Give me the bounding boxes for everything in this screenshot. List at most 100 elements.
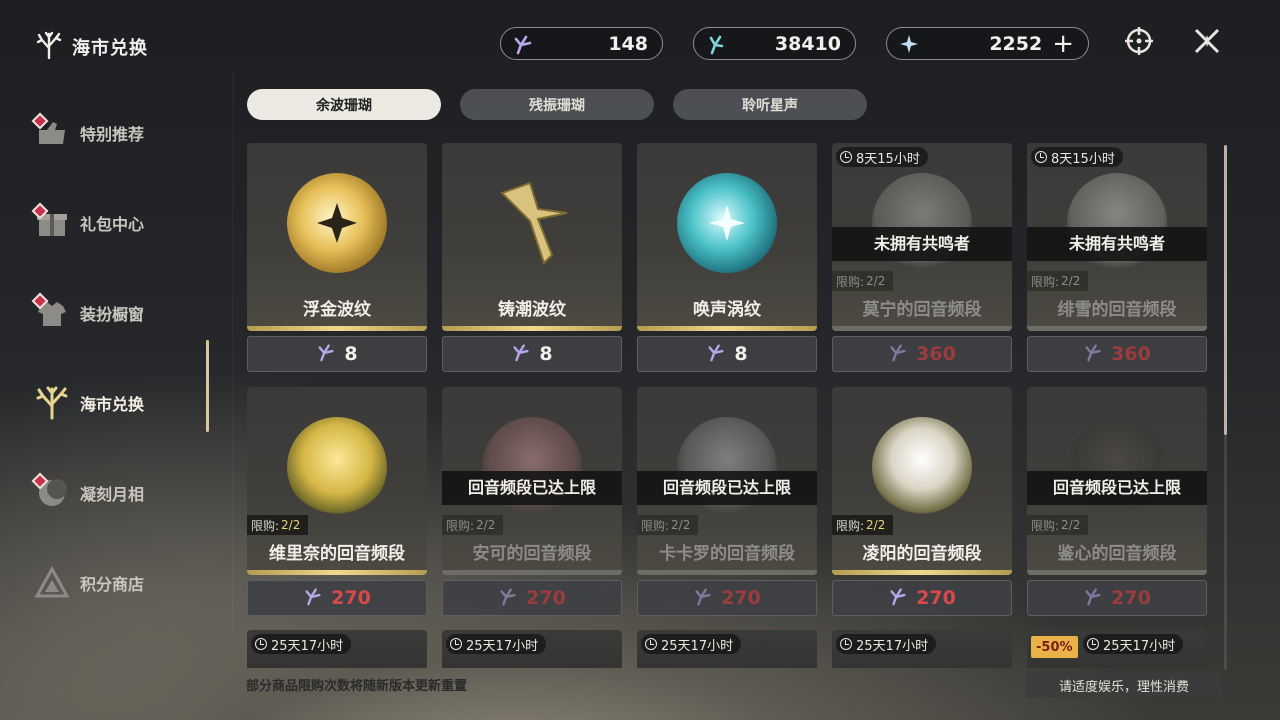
tab-afterglow-coral[interactable]: 余波珊瑚 (247, 89, 441, 120)
scrollbar-thumb[interactable] (1224, 145, 1227, 435)
item-name: 莫宁的回音频段 (862, 300, 982, 320)
price-value: 8 (734, 343, 748, 365)
coral-icon (34, 30, 64, 64)
character-portrait (287, 417, 387, 517)
sidebar-item-label: 礼包中心 (80, 215, 145, 234)
timer-text: 8天15小时 (1051, 151, 1115, 167)
shop-item-card[interactable]: 限购: 2/2 维里奈的回音频段 (247, 387, 427, 575)
limit-label: 限购: (1031, 518, 1060, 533)
gift-icon (31, 202, 72, 243)
sidebar-item-moon-phase[interactable]: 凝刻月相 (28, 448, 208, 538)
target-icon (1123, 25, 1155, 61)
timer-text: 25天17小时 (856, 638, 929, 654)
time-remaining: 8天15小时 (836, 147, 928, 167)
limit-value: 2/2 (1061, 518, 1081, 532)
sidebar: 特别推荐 礼包中心 装扮橱窗 海市兑换 凝刻月相 积分商店 (28, 88, 208, 628)
moon-phase-icon (31, 472, 72, 513)
clock-icon (255, 638, 267, 650)
help-button[interactable] (1120, 24, 1158, 62)
timer-text: 25天17小时 (271, 638, 344, 654)
limit-label: 限购: (836, 518, 865, 533)
shop-item-card[interactable]: 回音频段已达上限 限购: 2/2 安可的回音频段 (442, 387, 622, 575)
sidebar-item-outfit-showcase[interactable]: 装扮橱窗 (28, 268, 208, 358)
item-name: 鉴心的回音频段 (1057, 544, 1177, 564)
sidebar-item-label: 积分商店 (80, 575, 145, 594)
sidebar-item-label: 海市兑换 (80, 395, 145, 414)
time-remaining: 25天17小时 (251, 634, 352, 654)
clock-icon (645, 638, 657, 650)
coral-icon (32, 383, 72, 423)
discount-badge: -50% (1031, 636, 1078, 658)
outfit-icon (31, 292, 72, 333)
gold-ripple-item-image (287, 173, 387, 273)
shop-item-card[interactable]: 8天15小时 未拥有共鸣者 限购: 2/2 莫宁的回音频段 (832, 143, 1012, 331)
afterglow-coral-icon (1083, 586, 1103, 611)
price-tag: 270 (1027, 580, 1207, 616)
price-tag: 360 (832, 336, 1012, 372)
price-tag: 270 (247, 580, 427, 616)
afterglow-coral-icon (888, 342, 908, 367)
item-name: 安可的回音频段 (472, 544, 592, 564)
shop-item-card[interactable]: 8天15小时 未拥有共鸣者 限购: 2/2 绯雪的回音频段 (1027, 143, 1207, 331)
limit-label: 限购: (251, 518, 280, 533)
price-value: 8 (344, 343, 358, 365)
purchase-limit: 限购: 2/2 (637, 515, 699, 535)
afterglow-coral-icon (888, 586, 908, 611)
add-currency-button[interactable]: + (1052, 31, 1074, 57)
close-button[interactable] (1188, 24, 1226, 62)
limit-label: 限购: (641, 518, 670, 533)
currency-oscillated-coral: 38410 (693, 27, 856, 60)
sidebar-item-special-recommend[interactable]: 特别推荐 (28, 88, 208, 178)
play-responsibly-notice: 请适度娱乐，理性消费 (1026, 672, 1222, 698)
item-name: 绯雪的回音频段 (1057, 300, 1177, 320)
clock-icon (840, 638, 852, 650)
item-name: 卡卡罗的回音频段 (659, 544, 795, 564)
oscillated-coral-icon (704, 32, 728, 56)
shop-item-card[interactable]: 25天17小时 (832, 630, 1012, 668)
close-icon (1191, 25, 1223, 61)
calling-vortex-item-image (677, 173, 777, 273)
sidebar-item-market-exchange[interactable]: 海市兑换 (28, 358, 208, 448)
price-tag: 8 (637, 336, 817, 372)
limit-reached-notice: 回音频段已达上限 (637, 471, 817, 505)
price-value: 270 (1111, 587, 1151, 609)
shop-item-card[interactable]: 25天17小时 (442, 630, 622, 668)
price-value: 270 (526, 587, 566, 609)
item-name: 唤声涡纹 (693, 300, 761, 320)
shop-item-card[interactable]: 唤声涡纹 (637, 143, 817, 331)
item-name: 维里奈的回音频段 (269, 544, 405, 564)
price-tag: 270 (832, 580, 1012, 616)
shop-item-card[interactable]: 回音频段已达上限 限购: 2/2 卡卡罗的回音频段 (637, 387, 817, 575)
time-remaining: 8天15小时 (1031, 147, 1123, 167)
shop-item-card[interactable]: 25天17小时 (247, 630, 427, 668)
limit-value: 2/2 (866, 518, 886, 532)
clock-icon (1035, 151, 1047, 163)
time-remaining: 25天17小时 (446, 634, 547, 654)
clock-icon (450, 638, 462, 650)
afterglow-coral-icon (303, 586, 323, 611)
price-tag: 8 (247, 336, 427, 372)
item-name: 铸潮波纹 (498, 300, 566, 320)
shop-item-card[interactable]: 浮金波纹 (247, 143, 427, 331)
afterglow-coral-icon (511, 32, 535, 56)
limit-reached-notice: 回音频段已达上限 (1027, 471, 1207, 505)
tab-listen-stars[interactable]: 聆听星声 (673, 89, 867, 120)
shop-item-card[interactable]: 限购: 2/2 凌阳的回音频段 (832, 387, 1012, 575)
tide-blade-item-image (482, 173, 582, 273)
afterglow-coral-icon (511, 342, 531, 367)
time-remaining: 25天17小时 (641, 634, 742, 654)
shop-item-card[interactable]: -50% 25天17小时 (1027, 630, 1207, 668)
afterglow-coral-icon (693, 586, 713, 611)
tab-oscillated-coral[interactable]: 残振珊瑚 (460, 89, 654, 120)
background-divider (232, 70, 234, 630)
sidebar-item-label: 凝刻月相 (80, 485, 145, 504)
afterglow-coral-icon (1083, 342, 1103, 367)
shop-item-card[interactable]: 铸潮波纹 (442, 143, 622, 331)
sidebar-item-points-shop[interactable]: 积分商店 (28, 538, 208, 628)
afterglow-coral-icon (706, 342, 726, 367)
sidebar-item-gift-center[interactable]: 礼包中心 (28, 178, 208, 268)
shop-item-card[interactable]: 回音频段已达上限 限购: 2/2 鉴心的回音频段 (1027, 387, 1207, 575)
price-value: 270 (916, 587, 956, 609)
price-value: 360 (916, 343, 956, 365)
shop-item-card[interactable]: 25天17小时 (637, 630, 817, 668)
